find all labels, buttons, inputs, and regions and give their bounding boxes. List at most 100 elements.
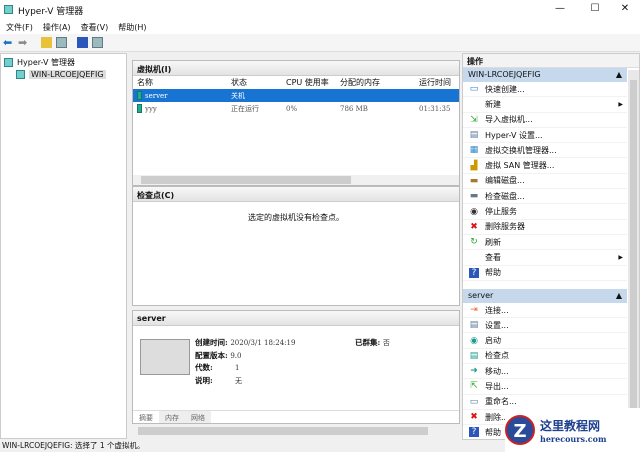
- collapse-icon[interactable]: ▲: [616, 291, 622, 301]
- vm-state: 正在运行: [231, 104, 259, 113]
- actions-vscrollbar[interactable]: [628, 70, 639, 439]
- tab-network[interactable]: 网络: [185, 411, 211, 423]
- action-stop-item[interactable]: ◉ 停止服务: [463, 204, 627, 220]
- submenu-arrow-icon: ▶: [618, 253, 623, 261]
- hyperv-icon: [4, 57, 13, 67]
- help-icon: ?: [469, 427, 479, 438]
- refresh-icon: ↻: [470, 237, 478, 248]
- blank-icon: [469, 99, 479, 109]
- action-settings-item[interactable]: ▤ 设置...: [463, 318, 627, 334]
- col-state[interactable]: 状态: [231, 77, 286, 88]
- action-none-item[interactable]: 查看 ▶: [463, 250, 627, 266]
- inspect-disk-icon: ▬: [469, 191, 479, 202]
- san-icon: ▟: [470, 160, 478, 171]
- table-row[interactable]: yyy 正在运行 0% 786 MB 01:31:35: [133, 102, 459, 115]
- help-icon[interactable]: [77, 37, 88, 48]
- menu-view[interactable]: 查看(V): [81, 22, 109, 33]
- vm-state: 关机: [231, 91, 245, 100]
- edit-disk-icon: ▬: [469, 175, 479, 186]
- tab-memory[interactable]: 内存: [159, 411, 185, 423]
- hyperv-icon: [4, 5, 13, 14]
- action-none-item[interactable]: 新建 ▶: [463, 97, 627, 113]
- menu-action[interactable]: 操作(A): [43, 22, 71, 33]
- center-pane: 虚拟机(I) 名称 状态 CPU 使用率 分配的内存 运行时间 server 关…: [130, 54, 460, 438]
- action-san-item[interactable]: ▟ 虚拟 SAN 管理器...: [463, 158, 627, 174]
- action-label: 导入虚拟机...: [485, 115, 533, 125]
- tree-server[interactable]: WIN-LRCOEJQEFIG: [1, 68, 126, 80]
- action-inspect-disk-item[interactable]: ▬ 检查磁盘...: [463, 189, 627, 205]
- checkpoint-panel: 检查点(C) 选定的虚拟机没有检查点。: [132, 186, 460, 306]
- tree-root-label: Hyper-V 管理器: [17, 57, 75, 67]
- action-settings-item[interactable]: ▤ Hyper-V 设置...: [463, 128, 627, 144]
- vm-name: yyy: [145, 104, 157, 113]
- action-label: 设置...: [485, 320, 509, 330]
- menu-help[interactable]: 帮助(H): [118, 22, 146, 33]
- center-hscrollbar[interactable]: [132, 426, 460, 436]
- action-monitor-item[interactable]: ▭ 快速创建...: [463, 82, 627, 98]
- show-hide-actions-icon[interactable]: [92, 37, 103, 48]
- delete-icon: ✖: [470, 221, 478, 232]
- rename-icon: ▭: [469, 396, 479, 407]
- action-label: 检查点: [485, 351, 509, 361]
- action-label: 删除服务器: [485, 222, 525, 232]
- menu-file[interactable]: 文件(F): [6, 22, 33, 33]
- action-checkpoint-item[interactable]: ▤ 检查点: [463, 349, 627, 365]
- details-fields: 创建时间: 2020/3/1 18:24:19 配置版本: 9.0 代数: 1 说…: [195, 337, 295, 387]
- tab-summary[interactable]: 摘要: [133, 411, 159, 423]
- col-cpu[interactable]: CPU 使用率: [286, 77, 340, 88]
- blank-icon: [469, 252, 479, 262]
- action-label: 虚拟交换机管理器...: [485, 145, 557, 155]
- minimize-button[interactable]: —: [545, 3, 575, 14]
- action-delete-item[interactable]: ✖ 删除服务器: [463, 220, 627, 235]
- section-vm-label: server: [468, 290, 494, 300]
- delete-icon: ✖: [470, 412, 478, 423]
- action-label: 快速创建...: [485, 84, 525, 94]
- vm-name: server: [145, 91, 168, 100]
- help-icon: ?: [469, 267, 479, 278]
- watermark-title: 这里教程网: [540, 418, 601, 433]
- forward-icon[interactable]: ➡: [18, 37, 29, 48]
- col-uptime[interactable]: 运行时间: [419, 77, 459, 88]
- action-label: Hyper-V 设置...: [485, 130, 543, 140]
- cluster-value: 否: [382, 339, 390, 347]
- action-start-item[interactable]: ◉ 启动: [463, 333, 627, 349]
- action-switch-item[interactable]: ▦ 虚拟交换机管理器...: [463, 143, 627, 159]
- action-import-item[interactable]: ⇲ 导入虚拟机...: [463, 113, 627, 128]
- config-value: 9.0: [230, 351, 242, 360]
- checkpoint-icon: ▤: [469, 350, 479, 361]
- start-icon: ◉: [470, 335, 478, 346]
- navigation-tree: Hyper-V 管理器 WIN-LRCOEJQEFIG: [0, 53, 127, 439]
- action-help-item[interactable]: ? 帮助: [463, 266, 627, 281]
- vm-table-header: 名称 状态 CPU 使用率 分配的内存 运行时间: [133, 76, 459, 89]
- tree-root[interactable]: Hyper-V 管理器: [1, 56, 126, 68]
- tree-server-label: WIN-LRCOEJQEFIG: [29, 69, 106, 79]
- vm-hscrollbar[interactable]: [133, 175, 459, 185]
- action-label: 重命名...: [485, 397, 517, 407]
- section-vm[interactable]: server ▲: [463, 288, 627, 303]
- watermark-z-icon: Z: [505, 415, 535, 445]
- collapse-icon[interactable]: ▲: [616, 70, 622, 80]
- switch-icon: ▦: [469, 145, 479, 156]
- back-icon[interactable]: ⬅: [3, 37, 14, 48]
- close-button[interactable]: ✕: [610, 3, 640, 14]
- maximize-button[interactable]: ☐: [580, 3, 610, 14]
- connect-icon: ⇥: [470, 305, 478, 315]
- vm-thumbnail: [140, 339, 190, 375]
- action-label: 启动: [485, 336, 501, 346]
- vm-cpu: 0%: [286, 104, 298, 113]
- desc-value: 无: [235, 376, 242, 385]
- action-move-item[interactable]: ➜ 移动...: [463, 364, 627, 380]
- window-title: Hyper-V 管理器: [18, 6, 84, 17]
- up-folder-icon[interactable]: [41, 37, 52, 48]
- col-memory[interactable]: 分配的内存: [340, 77, 419, 88]
- col-name[interactable]: 名称: [133, 77, 231, 88]
- vm-icon: [137, 91, 142, 100]
- action-refresh-item[interactable]: ↻ 刷新: [463, 235, 627, 251]
- show-hide-tree-icon[interactable]: [56, 37, 67, 48]
- action-edit-disk-item[interactable]: ▬ 编辑磁盘...: [463, 174, 627, 190]
- submenu-arrow-icon: ▶: [618, 100, 623, 108]
- action-export-item[interactable]: ⇱ 导出...: [463, 379, 627, 395]
- action-connect-item[interactable]: ⇥ 连接...: [463, 303, 627, 319]
- table-row[interactable]: server 关机: [133, 89, 459, 102]
- section-server[interactable]: WIN-LRCOEJQEFIG ▲: [463, 68, 627, 82]
